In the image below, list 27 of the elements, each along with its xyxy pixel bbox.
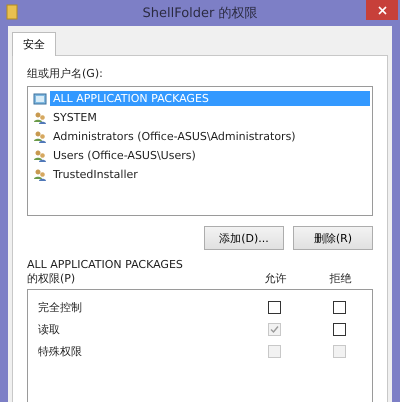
permission-subject: ALL APPLICATION PACKAGES	[27, 258, 184, 271]
close-icon	[378, 6, 386, 14]
folder-icon	[6, 4, 18, 20]
permission-name: 特殊权限	[38, 344, 83, 358]
window-title: ShellFolder 的权限	[142, 5, 258, 22]
checkbox[interactable]	[333, 322, 346, 336]
list-item[interactable]: SYSTEM	[50, 110, 100, 125]
permission-name: 读取	[38, 322, 61, 336]
column-header: 拒绝	[328, 271, 352, 286]
users-icon	[33, 168, 47, 182]
close-button[interactable]	[366, 0, 398, 20]
users-icon	[33, 110, 47, 124]
permission-name: 完全控制	[38, 300, 83, 314]
users-icon	[33, 130, 47, 144]
list-label: 组或用户名(G):	[27, 66, 104, 81]
list-item[interactable]: TrustedInstaller	[50, 167, 141, 182]
permission-label: 的权限(P)	[27, 272, 76, 285]
checkbox[interactable]	[268, 300, 281, 314]
package-icon	[33, 92, 47, 106]
checkbox[interactable]	[333, 300, 346, 314]
dialog-button[interactable]: 添加(D)...	[204, 226, 284, 250]
dialog-button[interactable]: 删除(R)	[293, 226, 373, 250]
list-item[interactable]: Administrators (Office-ASUS\Administrators)	[50, 129, 299, 144]
tab[interactable]: 安全	[12, 32, 56, 56]
users-icon	[33, 148, 47, 162]
list-item[interactable]: Users (Office-ASUS\Users)	[50, 148, 199, 163]
column-header: 允许	[264, 271, 288, 286]
